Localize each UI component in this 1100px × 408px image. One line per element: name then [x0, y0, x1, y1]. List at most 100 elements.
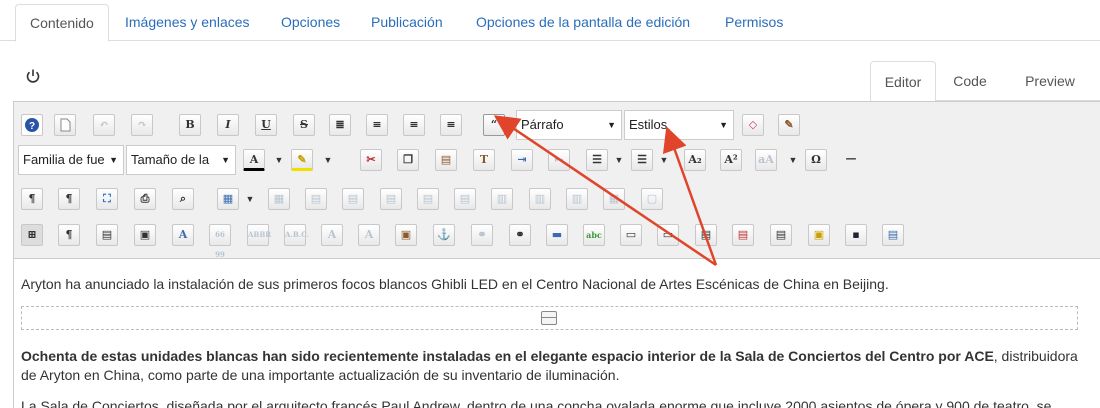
align-right-icon[interactable]: ≡	[440, 114, 462, 136]
pagebreak-icon[interactable]: ▭	[620, 224, 642, 246]
page-break	[21, 306, 1078, 330]
numbered-list-icon[interactable]: ☰	[586, 149, 608, 171]
attributes-icon[interactable]: ▣	[395, 224, 417, 246]
highlight-color-icon[interactable]: ✎	[291, 149, 313, 171]
italic-icon[interactable]: I	[217, 114, 239, 136]
insert-row-after-icon[interactable]: ▤	[417, 188, 439, 210]
font-size-select[interactable]: Tamaño de la ▼	[126, 145, 236, 175]
image-manager-icon[interactable]: ▣	[808, 224, 830, 246]
preview-icon[interactable]: ▤	[770, 224, 792, 246]
media-icon[interactable]: ▬	[546, 224, 568, 246]
new-document-icon[interactable]	[54, 114, 76, 136]
strikethrough-icon[interactable]: S	[293, 114, 315, 136]
paste-text-icon[interactable]: T	[473, 149, 495, 171]
paragraph-2-bold: Ochenta de estas unidades blancas han si…	[21, 348, 994, 364]
template-icon[interactable]: ▤	[96, 224, 118, 246]
tab-opciones-pantalla[interactable]: Opciones de la pantalla de edición	[462, 4, 704, 41]
chevron-down-icon[interactable]: ▼	[244, 188, 256, 210]
styles-select[interactable]: Estilos ▼	[624, 110, 734, 140]
indent-icon[interactable]: ⇥	[511, 149, 533, 171]
unlink-icon[interactable]: ⚭	[471, 224, 493, 246]
tab-permisos[interactable]: Permisos	[711, 4, 797, 41]
paragraph-2[interactable]: Ochenta de estas unidades blancas han si…	[21, 347, 1081, 385]
paste-icon[interactable]: ▤	[435, 149, 457, 171]
tab-preview[interactable]: Preview	[1010, 61, 1090, 101]
superscript-icon[interactable]: A²	[720, 149, 742, 171]
power-icon[interactable]	[25, 68, 41, 84]
image-icon[interactable]: ▣	[134, 224, 156, 246]
text-color-icon[interactable]: A	[243, 149, 265, 171]
undo-icon[interactable]: ↶	[93, 114, 115, 136]
readmore-icon[interactable]: ▭	[657, 224, 679, 246]
chevron-down-icon[interactable]: ▼	[322, 149, 334, 171]
align-center-icon[interactable]: ≡	[366, 114, 388, 136]
rtl-icon[interactable]: ¶	[58, 188, 80, 210]
insert-col-before-icon[interactable]: ▥	[491, 188, 513, 210]
copy-icon[interactable]: ❐	[397, 149, 419, 171]
bold-icon[interactable]: B	[179, 114, 201, 136]
eraser-icon[interactable]: ◇	[742, 114, 764, 136]
horizontal-rule-icon[interactable]: —	[840, 149, 862, 171]
editor-toolbar: ? ↶ ↷ B I U S ≣ ≡ ≡ ≡ “ Párrafo ▼ Estilos…	[14, 102, 1100, 259]
cite-icon[interactable]: 66 99	[209, 224, 231, 259]
format-select[interactable]: Párrafo ▼	[516, 110, 622, 140]
delete-row-icon[interactable]: ▤	[454, 188, 476, 210]
tab-contenido[interactable]: Contenido	[15, 4, 109, 42]
paragraph-1[interactable]: Aryton ha anunciado la instalación de su…	[21, 276, 889, 292]
chevron-down-icon[interactable]: ▼	[613, 149, 625, 171]
align-left-icon[interactable]: ≡	[403, 114, 425, 136]
row-props-icon[interactable]: ▤	[342, 188, 364, 210]
insert-row-before-icon[interactable]: ▤	[380, 188, 402, 210]
abbr-icon[interactable]: ABBR	[247, 224, 271, 246]
tab-imagenes-enlaces[interactable]: Imágenes y enlaces	[111, 4, 264, 41]
insert-document-icon[interactable]: ▤	[882, 224, 904, 246]
article-icon[interactable]: ▤	[695, 224, 717, 246]
outdent-icon[interactable]: ⇤	[548, 149, 570, 171]
del-icon[interactable]: A	[321, 224, 343, 246]
anchor-icon[interactable]: ⚓	[433, 224, 455, 246]
acronym-icon[interactable]: A.B.C.	[284, 224, 309, 246]
special-character-icon[interactable]: Ω	[805, 149, 827, 171]
style-icon[interactable]: A	[172, 224, 194, 246]
ins-icon[interactable]: A	[358, 224, 380, 246]
font-family-select[interactable]: Familia de fue ▼	[18, 145, 124, 175]
tab-publicacion[interactable]: Publicación	[357, 4, 457, 41]
split-cells-icon[interactable]: ▦	[603, 188, 625, 210]
format-painter-icon[interactable]: ✎	[778, 114, 800, 136]
merge-cells-icon[interactable]: ▢	[641, 188, 663, 210]
chevron-down-icon[interactable]: ▼	[273, 149, 285, 171]
page-break-icon	[541, 311, 557, 325]
visual-aid-icon[interactable]: ⊞	[21, 224, 43, 246]
cell-props-icon[interactable]: ▤	[305, 188, 327, 210]
delete-table-icon[interactable]: ▦	[268, 188, 290, 210]
tab-code[interactable]: Code	[940, 61, 1000, 101]
align-justify-icon[interactable]: ≣	[329, 114, 351, 136]
blockquote-icon[interactable]: “	[483, 114, 505, 136]
save-icon[interactable]: ▪	[845, 224, 867, 246]
case-icon[interactable]: aA	[755, 149, 777, 171]
redo-icon[interactable]: ↷	[131, 114, 153, 136]
delete-col-icon[interactable]: ▥	[566, 188, 588, 210]
main-tabs: Contenido Imágenes y enlaces Opciones Pu…	[0, 0, 1100, 42]
link-icon[interactable]: ⚭	[509, 224, 531, 246]
ltr-icon[interactable]: ¶	[21, 188, 43, 210]
table-icon[interactable]: ▦	[217, 188, 239, 210]
svg-text:?: ?	[29, 121, 35, 132]
subscript-icon[interactable]: A₂	[684, 149, 706, 171]
find-icon[interactable]: ⌕	[172, 188, 194, 210]
fullscreen-icon[interactable]: ⛶	[96, 188, 118, 210]
tab-editor[interactable]: Editor	[870, 61, 936, 102]
cut-icon[interactable]: ✂	[360, 149, 382, 171]
print-icon[interactable]: ⎙	[134, 188, 156, 210]
insert-col-after-icon[interactable]: ▥	[529, 188, 551, 210]
underline-icon[interactable]: U	[255, 114, 277, 136]
paragraph-3[interactable]: La Sala de Conciertos, diseñada por el a…	[21, 398, 1051, 408]
tab-opciones[interactable]: Opciones	[267, 4, 354, 41]
chevron-down-icon[interactable]: ▼	[787, 149, 799, 171]
show-blocks-icon[interactable]: ¶	[58, 224, 80, 246]
spellcheck-icon[interactable]: abc	[583, 224, 605, 246]
help-icon[interactable]: ?	[21, 114, 43, 136]
bullet-list-icon[interactable]: ☰	[631, 149, 653, 171]
remove-icon[interactable]: ▤	[732, 224, 754, 246]
chevron-down-icon[interactable]: ▼	[658, 149, 670, 171]
